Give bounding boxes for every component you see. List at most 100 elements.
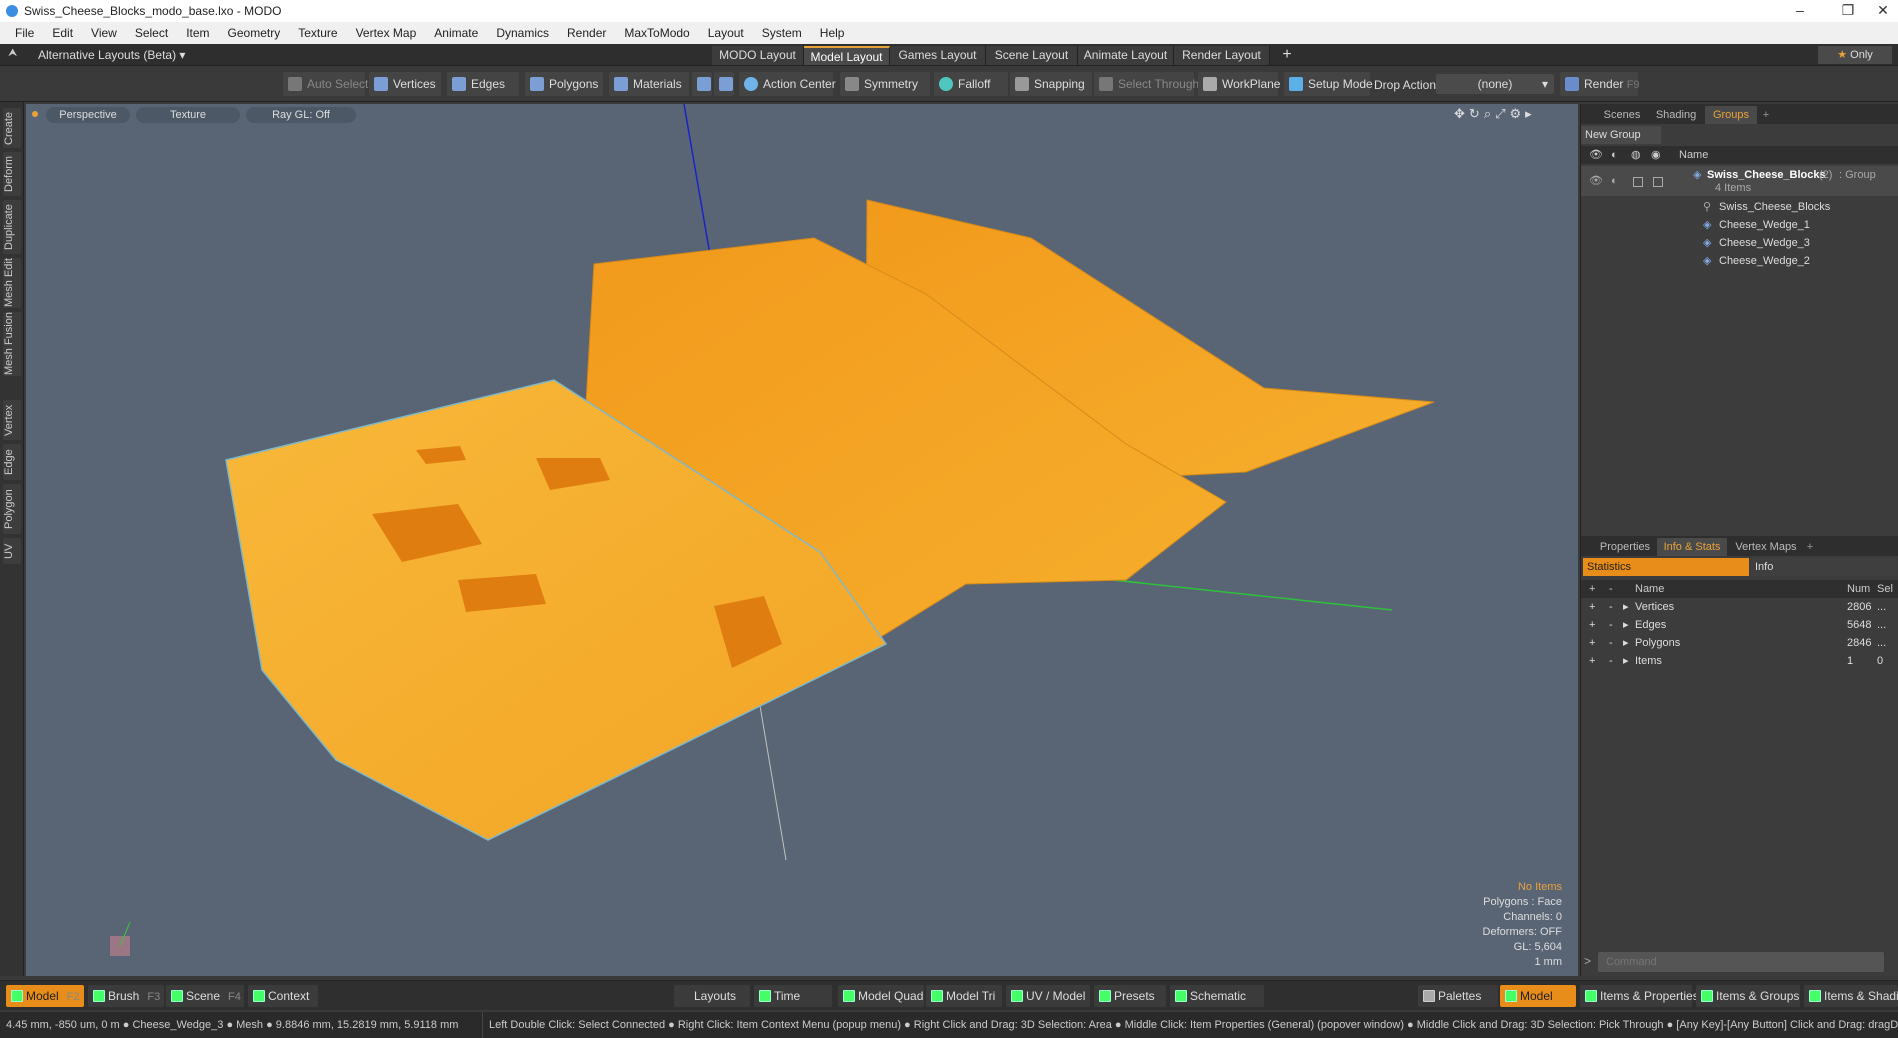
menu-dynamics[interactable]: Dynamics bbox=[487, 22, 558, 44]
expand-icon[interactable]: ▸ bbox=[1623, 634, 1629, 652]
menu-help[interactable]: Help bbox=[811, 22, 854, 44]
viewport-options-icon[interactable] bbox=[32, 111, 38, 117]
model-mode-button[interactable]: Model F2 bbox=[6, 985, 84, 1007]
select-checkbox[interactable] bbox=[1653, 177, 1663, 187]
symmetry-button[interactable]: Symmetry bbox=[840, 72, 930, 96]
move-icon[interactable]: ✥ bbox=[1454, 106, 1469, 121]
select-mode-b-button[interactable] bbox=[714, 72, 734, 96]
minus-icon[interactable]: - bbox=[1609, 616, 1613, 634]
minus-icon[interactable]: - bbox=[1609, 634, 1613, 652]
tab-shading[interactable]: Shading bbox=[1649, 106, 1703, 124]
tab-vertex-maps[interactable]: Vertex Maps bbox=[1731, 538, 1801, 556]
stats-row-polygons[interactable]: + - ▸ Polygons 2846 ... bbox=[1581, 634, 1898, 652]
perspective-button[interactable]: Perspective bbox=[46, 107, 130, 123]
model-tri-button[interactable]: Model Tri bbox=[926, 985, 1002, 1007]
tab-edge[interactable]: Edge bbox=[3, 444, 21, 480]
tree-item-locator[interactable]: ⚲ Swiss_Cheese_Blocks bbox=[1581, 198, 1898, 216]
context-button[interactable]: Context bbox=[248, 985, 318, 1007]
select-mode-a-button[interactable] bbox=[692, 72, 712, 96]
stats-row-items[interactable]: + - ▸ Items 1 0 bbox=[1581, 652, 1898, 670]
minus-icon[interactable]: - bbox=[1609, 652, 1613, 670]
menu-edit[interactable]: Edit bbox=[43, 22, 82, 44]
tab-scenes[interactable]: Scenes bbox=[1597, 106, 1647, 124]
tab-render-layout[interactable]: Render Layout bbox=[1174, 46, 1270, 65]
menu-geometry[interactable]: Geometry bbox=[219, 22, 290, 44]
model-tab-button[interactable]: Model bbox=[1500, 985, 1576, 1007]
menu-select[interactable]: Select bbox=[126, 22, 177, 44]
layouts-button[interactable]: Layouts bbox=[674, 985, 750, 1007]
statistics-subtab[interactable]: Statistics bbox=[1583, 558, 1749, 576]
tab-deform[interactable]: Deform bbox=[3, 152, 21, 196]
close-icon[interactable]: ✕ bbox=[1868, 0, 1898, 22]
model-quad-button[interactable]: Model Quad bbox=[838, 985, 924, 1007]
raygl-button[interactable]: Ray GL: Off bbox=[246, 107, 356, 123]
tab-info-stats[interactable]: Info & Stats bbox=[1657, 538, 1727, 556]
expand-all-icon[interactable]: + bbox=[1589, 580, 1595, 598]
menu-render[interactable]: Render bbox=[558, 22, 615, 44]
snapping-button[interactable]: Snapping bbox=[1010, 72, 1092, 96]
menu-texture[interactable]: Texture bbox=[289, 22, 346, 44]
chevron-right-icon[interactable]: ▸ bbox=[1525, 106, 1536, 121]
palettes-button[interactable]: Palettes bbox=[1418, 985, 1498, 1007]
scene-mode-button[interactable]: Scene F4 bbox=[166, 985, 244, 1007]
menu-animate[interactable]: Animate bbox=[425, 22, 487, 44]
zoom-icon[interactable]: ⌕ bbox=[1484, 106, 1495, 121]
menu-view[interactable]: View bbox=[82, 22, 126, 44]
expand-icon[interactable]: ▸ bbox=[1623, 652, 1629, 670]
stats-row-edges[interactable]: + - ▸ Edges 5648 ... bbox=[1581, 616, 1898, 634]
plus-icon[interactable]: + bbox=[1589, 634, 1595, 652]
menu-file[interactable]: File bbox=[6, 22, 43, 44]
select-through-button[interactable]: Select Through bbox=[1094, 72, 1199, 96]
time-button[interactable]: Time bbox=[754, 985, 832, 1007]
alternative-layouts-dropdown[interactable]: Alternative Layouts (Beta) ▾ bbox=[38, 47, 185, 63]
brush-mode-button[interactable]: Brush F3 bbox=[88, 985, 164, 1007]
add-tab-icon[interactable]: + bbox=[1759, 106, 1773, 124]
action-center-button[interactable]: Action Center bbox=[739, 72, 836, 96]
schematic-button[interactable]: Schematic bbox=[1170, 985, 1264, 1007]
plus-icon[interactable]: + bbox=[1589, 652, 1595, 670]
uv-model-button[interactable]: UV / Model bbox=[1006, 985, 1090, 1007]
restore-icon[interactable]: ❐ bbox=[1828, 0, 1868, 22]
menu-maxtomodo[interactable]: MaxToModo bbox=[615, 22, 698, 44]
add-tab-icon[interactable]: + bbox=[1803, 538, 1817, 556]
menu-item[interactable]: Item bbox=[177, 22, 218, 44]
tab-modo-layout[interactable]: MODO Layout bbox=[712, 46, 804, 65]
command-input[interactable] bbox=[1598, 952, 1884, 972]
workplane-button[interactable]: WorkPlane bbox=[1198, 72, 1280, 96]
falloff-button[interactable]: Falloff bbox=[934, 72, 1008, 96]
menu-layout[interactable]: Layout bbox=[699, 22, 753, 44]
setup-mode-button[interactable]: Setup Mode bbox=[1284, 72, 1373, 96]
rotate-icon[interactable]: ↻ bbox=[1469, 106, 1484, 121]
tab-games-layout[interactable]: Games Layout bbox=[890, 46, 986, 65]
tab-groups[interactable]: Groups bbox=[1705, 106, 1757, 124]
collapse-icon[interactable]: ⮝ bbox=[8, 47, 22, 63]
tree-item-wedge-1[interactable]: ◈ Cheese_Wedge_1 bbox=[1581, 216, 1898, 234]
presets-button[interactable]: Presets bbox=[1094, 985, 1166, 1007]
tab-mesh-edit[interactable]: Mesh Edit bbox=[3, 258, 21, 308]
tab-polygon[interactable]: Polygon bbox=[3, 484, 21, 534]
lock-icon[interactable]: ◐ bbox=[1611, 172, 1618, 190]
materials-button[interactable]: Materials bbox=[609, 72, 689, 96]
menu-vertex-map[interactable]: Vertex Map bbox=[347, 22, 426, 44]
viewport-nav-controls[interactable]: ✥↻⌕⤢⚙▸ bbox=[1454, 106, 1536, 122]
render-button[interactable]: Render F9 bbox=[1560, 72, 1640, 96]
render-checkbox[interactable] bbox=[1633, 177, 1643, 187]
collapse-all-icon[interactable]: - bbox=[1609, 580, 1613, 598]
tab-properties[interactable]: Properties bbox=[1597, 538, 1653, 556]
menu-system[interactable]: System bbox=[753, 22, 811, 44]
3d-viewport[interactable] bbox=[26, 104, 1578, 976]
group-row[interactable]: 👁 ◐ ◈ Swiss_Cheese_Blocks (2) : Group 4 … bbox=[1581, 166, 1898, 196]
add-layout-button[interactable]: + bbox=[1278, 46, 1296, 64]
items-properties-button[interactable]: Items & Properties bbox=[1580, 985, 1699, 1007]
expand-icon[interactable]: ▸ bbox=[1623, 598, 1629, 616]
minus-icon[interactable]: - bbox=[1609, 598, 1613, 616]
edges-button[interactable]: Edges bbox=[447, 72, 519, 96]
tab-scene-layout[interactable]: Scene Layout bbox=[986, 46, 1078, 65]
visibility-icon[interactable]: 👁 bbox=[1589, 172, 1603, 190]
items-groups-button[interactable]: Items & Groups bbox=[1696, 985, 1800, 1007]
minimize-icon[interactable]: – bbox=[1780, 0, 1820, 22]
tab-vertex[interactable]: Vertex bbox=[3, 400, 21, 440]
auto-select-button[interactable]: Auto Select bbox=[283, 72, 368, 96]
tab-mesh-fusion[interactable]: Mesh Fusion bbox=[3, 312, 21, 376]
plus-icon[interactable]: + bbox=[1589, 616, 1595, 634]
